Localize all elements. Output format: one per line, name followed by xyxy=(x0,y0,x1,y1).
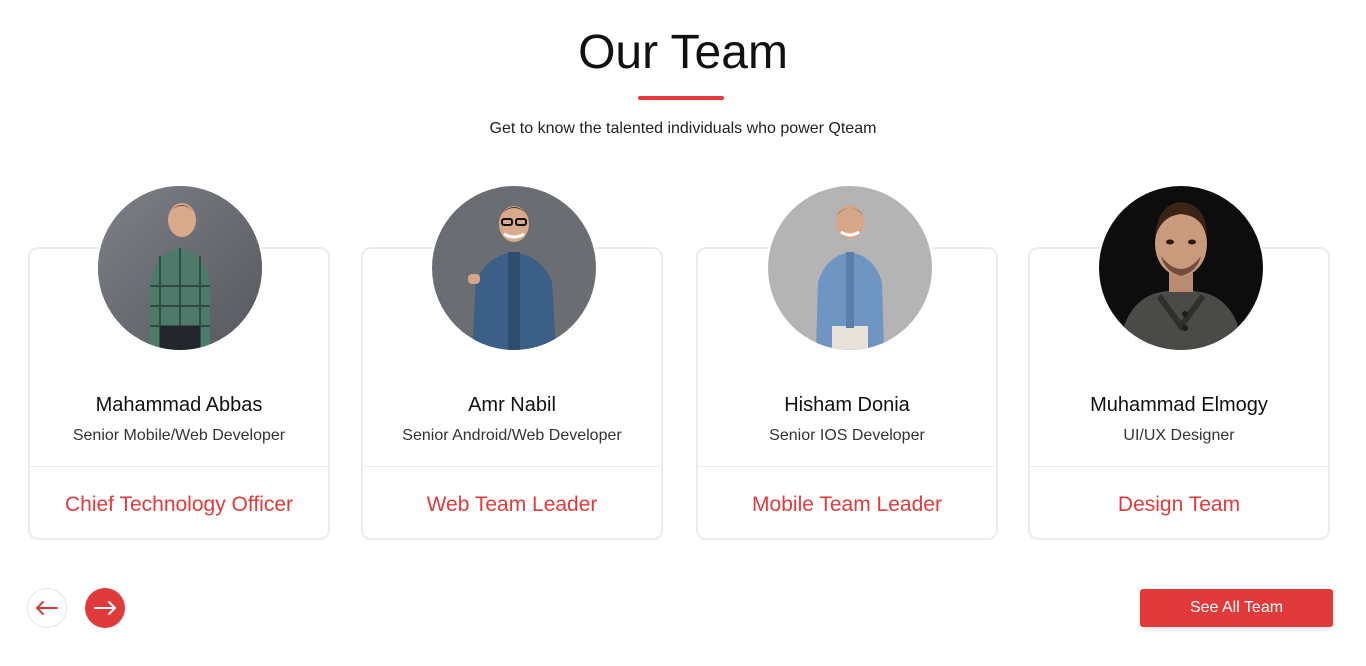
member-team: Chief Technology Officer xyxy=(64,493,294,516)
carousel-next-button[interactable] xyxy=(85,588,125,628)
member-name: Mahammad Abbas xyxy=(95,394,263,416)
member-team: Web Team Leader xyxy=(426,493,598,516)
title-underline xyxy=(638,96,724,100)
card-divider xyxy=(30,466,328,467)
arrow-left-icon xyxy=(36,601,58,615)
section-title: Our Team xyxy=(578,26,788,79)
member-role: Senior Android/Web Developer xyxy=(402,427,622,444)
member-name: Amr Nabil xyxy=(468,394,556,416)
team-section: Our Team Get to know the talented indivi… xyxy=(0,0,1366,666)
avatar-photo-3 xyxy=(768,186,932,350)
member-team: Design Team xyxy=(1117,493,1241,516)
arrow-right-icon xyxy=(94,601,116,615)
member-role: UI/UX Designer xyxy=(1123,427,1235,444)
card-divider xyxy=(698,466,996,467)
section-subtitle: Get to know the talented individuals who… xyxy=(489,120,877,137)
member-team: Mobile Team Leader xyxy=(752,493,942,516)
avatar-photo-2 xyxy=(432,186,596,350)
member-role: Senior Mobile/Web Developer xyxy=(72,427,286,444)
member-name: Muhammad Elmogy xyxy=(1090,394,1268,416)
avatar-photo-1 xyxy=(98,186,262,350)
see-all-team-button[interactable]: See All Team xyxy=(1140,589,1333,627)
card-divider xyxy=(363,466,661,467)
member-name: Hisham Donia xyxy=(784,394,910,416)
carousel-prev-button[interactable] xyxy=(27,588,67,628)
avatar-photo-4 xyxy=(1099,186,1263,350)
card-divider xyxy=(1030,466,1328,467)
member-role: Senior IOS Developer xyxy=(769,427,925,444)
